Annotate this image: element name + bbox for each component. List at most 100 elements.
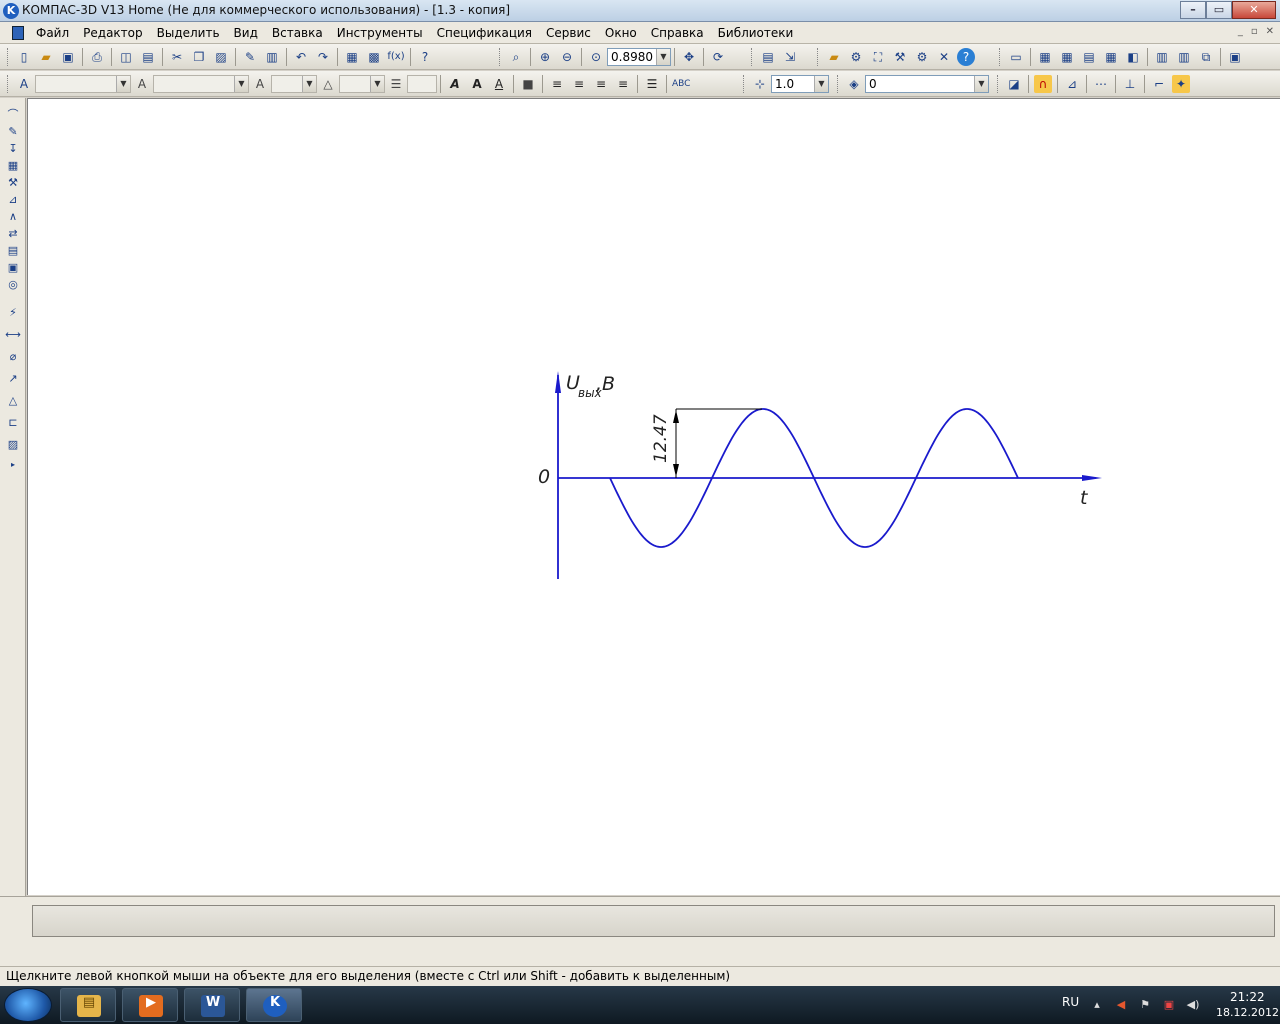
line-scale-icon[interactable]: ⊹	[751, 75, 769, 93]
view-pages-icon[interactable]: ▥	[1153, 48, 1171, 66]
paste-icon[interactable]: ▨	[212, 48, 230, 66]
language-indicator[interactable]: RU	[1062, 995, 1079, 1009]
orthogonal-icon[interactable]: ⊿	[1063, 75, 1081, 93]
layers-icon[interactable]: ◈	[845, 75, 863, 93]
minimize-button[interactable]: –	[1180, 1, 1206, 19]
library-settings-icon[interactable]: ⚙	[913, 48, 931, 66]
library-item-icon[interactable]: ⚙	[847, 48, 865, 66]
open-folder-icon[interactable]: ▰	[37, 48, 55, 66]
font-size-combo[interactable]: ▼	[271, 75, 317, 93]
line-spacing-icon[interactable]: ☰	[387, 75, 405, 93]
text-style-icon[interactable]: A	[15, 75, 33, 93]
chevron-down-icon[interactable]: ▼	[234, 76, 248, 92]
start-button[interactable]	[4, 988, 52, 1022]
taskbar-word[interactable]: W	[184, 988, 240, 1022]
view-project-icon[interactable]: ▦	[1058, 48, 1076, 66]
clock-date[interactable]: 18.12.2012	[1216, 1006, 1279, 1019]
taskbar-kompas[interactable]: K	[246, 988, 302, 1022]
taskbar-media-player[interactable]: ▶	[122, 988, 178, 1022]
frame-tool-icon[interactable]: ⊏	[5, 416, 21, 430]
view-book-icon[interactable]: ▥	[1175, 48, 1193, 66]
font-icon[interactable]: A	[133, 75, 151, 93]
chevron-down-icon[interactable]: ▼	[656, 49, 670, 65]
print-icon[interactable]: ⎙	[88, 48, 106, 66]
dimensions-icon[interactable]: ↧	[5, 142, 21, 156]
zoom-scale-icon[interactable]: ⊙	[587, 48, 605, 66]
view-create-icon[interactable]: ▦	[1036, 48, 1054, 66]
triangle-icon[interactable]: △	[5, 394, 21, 408]
layer-combo[interactable]: 0 ▼	[865, 75, 989, 93]
clock-time[interactable]: 21:22	[1230, 990, 1265, 1004]
spec-icon[interactable]: ▤	[5, 244, 21, 258]
copy-icon[interactable]: ❐	[190, 48, 208, 66]
font-combo[interactable]: ▼	[153, 75, 249, 93]
zoom-in-icon[interactable]: ⊕	[536, 48, 554, 66]
parametric-mode-icon[interactable]: ✦	[1172, 75, 1190, 93]
view-preview-icon[interactable]: ▣	[1226, 48, 1244, 66]
redo-icon[interactable]: ↷	[314, 48, 332, 66]
chevron-down-icon[interactable]: ▼	[814, 76, 828, 92]
new-document-icon[interactable]: ▯	[15, 48, 33, 66]
library-network-icon[interactable]: ⛶	[869, 48, 887, 66]
underline-icon[interactable]: A	[490, 75, 508, 93]
network-icon[interactable]: ▣	[1162, 998, 1176, 1012]
grid-icon[interactable]: ⋯	[1092, 75, 1110, 93]
view-table-icon[interactable]: ▤	[1080, 48, 1098, 66]
linear-dimension-icon[interactable]: ⟷	[5, 328, 21, 342]
local-cs-icon[interactable]: ⊥	[1121, 75, 1139, 93]
chevron-down-icon[interactable]: ▼	[302, 76, 316, 92]
menu-file[interactable]: Файл	[36, 26, 69, 40]
refresh-icon[interactable]: ⟳	[709, 48, 727, 66]
italic-icon[interactable]: A	[446, 75, 464, 93]
bold-icon[interactable]: A	[468, 75, 486, 93]
action-center-flag-icon[interactable]: ⚑	[1138, 998, 1152, 1012]
list-icon[interactable]: ☰	[643, 75, 661, 93]
text-color-icon[interactable]: ■	[519, 75, 537, 93]
hatch-icon[interactable]: ▨	[5, 438, 21, 452]
hammer-icon[interactable]: ⚒	[5, 176, 21, 190]
doc-close-icon[interactable]: ✕	[1266, 26, 1274, 37]
font-size-icon[interactable]: A	[251, 75, 269, 93]
menu-view[interactable]: Вид	[234, 26, 258, 40]
menu-specification[interactable]: Спецификация	[437, 26, 532, 40]
align-right-icon[interactable]: ≡	[592, 75, 610, 93]
geometry-icon[interactable]: ⌒	[5, 108, 21, 122]
eraser-icon[interactable]: ◪	[1005, 75, 1023, 93]
designations-icon[interactable]: ▦	[5, 159, 21, 173]
tools-icon[interactable]: ✕	[935, 48, 953, 66]
document-icon[interactable]	[12, 26, 24, 40]
help-pointer-icon[interactable]: ?	[416, 48, 434, 66]
library-tree-icon[interactable]: ⚒	[891, 48, 909, 66]
sheet-icon[interactable]: ▤	[759, 48, 777, 66]
insert-icon[interactable]: ◎	[5, 278, 21, 292]
manager-icon[interactable]: ▦	[343, 48, 361, 66]
menu-tools[interactable]: Инструменты	[337, 26, 423, 40]
edit-icon[interactable]: ✎	[5, 125, 21, 139]
variables-fx-icon[interactable]: f(x)	[387, 48, 405, 66]
toolbar-grip[interactable]	[7, 48, 10, 66]
reports-icon[interactable]: ▣	[5, 261, 21, 275]
show-hidden-icons-icon[interactable]: ▴	[1090, 998, 1104, 1012]
parametrization-icon[interactable]: ⊿	[5, 193, 21, 207]
arc-tool-icon[interactable]: ↗	[5, 372, 21, 386]
view-chain-icon[interactable]: ⧉	[1197, 48, 1215, 66]
align-center-icon[interactable]: ≡	[570, 75, 588, 93]
align-justify-icon[interactable]: ≡	[614, 75, 632, 93]
measure-geometry-icon[interactable]: ∧	[5, 210, 21, 224]
doc-restore-icon[interactable]: ▫	[1251, 26, 1258, 37]
menu-libraries[interactable]: Библиотеки	[718, 26, 794, 40]
library-manager-icon[interactable]: ▩	[365, 48, 383, 66]
magnet-snap-icon[interactable]: ∩	[1034, 75, 1052, 93]
format-painter-icon[interactable]: ✎	[241, 48, 259, 66]
diameter-icon[interactable]: ⌀	[5, 350, 21, 364]
drawing-canvas[interactable]: 12.47 0 U вых ,B t	[27, 98, 1280, 895]
select-icon[interactable]: ⇄	[5, 227, 21, 241]
zoom-out-icon[interactable]: ⊖	[558, 48, 576, 66]
measure-icon[interactable]: ⇲	[781, 48, 799, 66]
zoom-window-icon[interactable]: ⌕	[507, 48, 525, 66]
cut-icon[interactable]: ✂	[168, 48, 186, 66]
menu-select[interactable]: Выделить	[157, 26, 220, 40]
menu-service[interactable]: Сервис	[546, 26, 591, 40]
help-icon[interactable]: ?	[957, 48, 975, 66]
view-grid-icon[interactable]: ▦	[1102, 48, 1120, 66]
